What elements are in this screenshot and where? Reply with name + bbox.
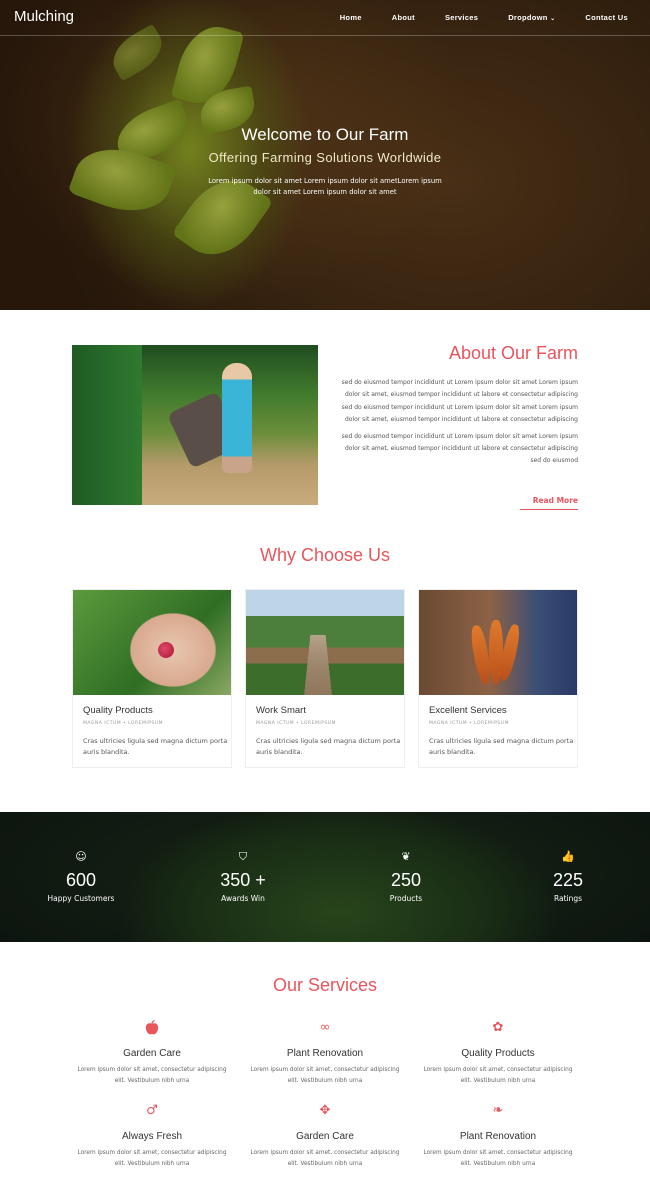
brand-logo[interactable]: Mulching <box>14 8 74 25</box>
service-text: Lorem ipsum dolor sit amet, consectetur … <box>250 1067 400 1084</box>
hedge-decoration <box>72 345 142 505</box>
shield-icon: ⛉ <box>238 850 248 863</box>
navbar: Mulching Home About Services Dropdown ⌄ … <box>0 0 650 36</box>
stat-number: 225 <box>552 870 584 890</box>
about-title: About Our Farm <box>448 343 578 363</box>
tree-icon: ✥ <box>319 1103 331 1118</box>
stat-label: Products <box>389 894 423 903</box>
about-paragraph-2: sed do eiusmod tempor incididunt ut Lore… <box>341 432 578 465</box>
stat-happy-customers: ☺ 600 Happy Customers <box>21 850 141 903</box>
services-title: Our Services <box>272 975 378 995</box>
card-meta: MAGNA ICTUM • LOREMIPSUM <box>429 721 509 726</box>
feature-card[interactable]: Excellent Services MAGNA ICTUM • LOREMIP… <box>418 589 578 768</box>
apple-icon <box>72 1019 232 1038</box>
service-title: Garden Care <box>123 1048 181 1059</box>
hero-title: Welcome to Our Farm <box>241 125 409 144</box>
thumbs-up-icon: 👍 <box>561 850 575 863</box>
card-image <box>73 590 231 695</box>
feature-card[interactable]: Quality Products MAGNA ICTUM • LOREMIPSU… <box>72 589 232 768</box>
service-text: Lorem ipsum dolor sit amet, consectetur … <box>423 1067 573 1084</box>
service-item: ❧ Plant Renovation Lorem ipsum dolor sit… <box>418 1103 578 1169</box>
service-item: ∞ Plant Renovation Lorem ipsum dolor sit… <box>245 1020 405 1086</box>
why-title: Why Choose Us <box>259 545 391 565</box>
service-title: Garden Care <box>296 1131 354 1142</box>
stat-products: ❦ 250 Products <box>346 850 466 903</box>
service-item: ♂ Always Fresh Lorem ipsum dolor sit ame… <box>72 1103 232 1169</box>
service-item: ✥ Garden Care Lorem ipsum dolor sit amet… <box>245 1103 405 1169</box>
service-text: Lorem ipsum dolor sit amet, consectetur … <box>77 1150 227 1167</box>
service-text: Lorem ipsum dolor sit amet, consectetur … <box>250 1150 400 1167</box>
stat-awards: ⛉ 350 + Awards Win <box>183 850 303 903</box>
chevron-down-icon: ⌄ <box>550 16 556 22</box>
nav-item-home[interactable]: Home <box>340 13 362 22</box>
farmer-figure <box>222 363 252 473</box>
service-title: Plant Renovation <box>459 1131 537 1142</box>
smile-icon: ☺ <box>75 850 87 863</box>
about-text: sed do eiusmod tempor incididunt ut Lore… <box>336 377 578 468</box>
stat-label: Awards Win <box>221 894 265 903</box>
stat-label: Ratings <box>553 894 583 903</box>
nav-menu: Home About Services Dropdown ⌄ Contact U… <box>310 13 628 22</box>
leaf-icon: ❦ <box>401 850 411 863</box>
service-item: Garden Care Lorem ipsum dolor sit amet, … <box>72 1019 232 1086</box>
infinity-icon: ∞ <box>319 1020 331 1035</box>
card-title: Excellent Services <box>429 705 507 716</box>
card-title: Work Smart <box>256 705 306 716</box>
card-meta: MAGNA ICTUM • LOREMIPSUM <box>256 721 336 726</box>
leaf-icon: ❧ <box>492 1103 504 1118</box>
hero-text: Lorem ipsum dolor sit amet Lorem ipsum d… <box>208 177 442 196</box>
stat-label: Happy Customers <box>47 894 115 903</box>
stat-number: 600 <box>65 870 97 890</box>
card-title: Quality Products <box>83 705 153 716</box>
service-title: Always Fresh <box>121 1131 182 1142</box>
stat-ratings: 👍 225 Ratings <box>508 850 628 903</box>
nav-item-dropdown[interactable]: Dropdown ⌄ <box>508 13 555 22</box>
service-title: Plant Renovation <box>286 1048 364 1059</box>
card-text: Cras ultricies ligula sed magna dictum p… <box>256 737 401 756</box>
card-meta: MAGNA ICTUM • LOREMIPSUM <box>83 721 163 726</box>
radish-decoration <box>158 642 174 658</box>
card-text: Cras ultricies ligula sed magna dictum p… <box>83 737 228 756</box>
about-paragraph-1: sed do eiusmod tempor incididunt ut Lore… <box>341 379 578 424</box>
service-item: ✿ Quality Products Lorem ipsum dolor sit… <box>418 1020 578 1086</box>
about-image <box>72 345 318 505</box>
mars-icon: ♂ <box>146 1103 158 1118</box>
nav-item-services[interactable]: Services <box>445 13 478 22</box>
nav-item-contact[interactable]: Contact Us <box>585 13 628 22</box>
nav-item-dropdown-label: Dropdown <box>508 13 548 22</box>
service-text: Lorem ipsum dolor sit amet, consectetur … <box>77 1067 227 1084</box>
service-text: Lorem ipsum dolor sit amet, consectetur … <box>423 1150 573 1167</box>
read-more-link[interactable]: Read More <box>520 496 578 510</box>
apple-icon-svg <box>145 1019 159 1035</box>
feature-card[interactable]: Work Smart MAGNA ICTUM • LOREMIPSUM Cras… <box>245 589 405 768</box>
hero-subtitle: Offering Farming Solutions Worldwide <box>208 150 442 165</box>
nav-item-about[interactable]: About <box>392 13 415 22</box>
service-title: Quality Products <box>461 1048 535 1059</box>
card-image <box>246 590 404 695</box>
card-image <box>419 590 577 695</box>
path-decoration <box>303 634 333 695</box>
stat-number: 350 + <box>220 870 266 890</box>
flower-icon: ✿ <box>492 1020 504 1035</box>
stat-number: 250 <box>390 870 422 890</box>
card-text: Cras ultricies ligula sed magna dictum p… <box>429 737 574 756</box>
hero-banner: Mulching Home About Services Dropdown ⌄ … <box>0 0 650 310</box>
